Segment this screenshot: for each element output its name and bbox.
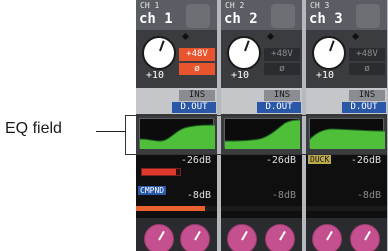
- eq-curve: [225, 119, 300, 149]
- dynamics1-field[interactable]: DUCK -26dB: [306, 155, 387, 190]
- compressor-meter: [136, 206, 217, 211]
- dynamics2-field[interactable]: -8dB: [221, 190, 302, 218]
- dynamics1-field[interactable]: -26dB: [221, 155, 302, 190]
- eq-curve: [310, 128, 385, 149]
- dynamics2-field[interactable]: CMPND -8dB: [136, 186, 217, 218]
- gain-knob[interactable]: [312, 36, 346, 70]
- insert-button[interactable]: INS: [349, 90, 385, 101]
- direct-out-button[interactable]: D.OUT: [172, 102, 216, 113]
- channel-header[interactable]: CH 3 ch 3: [306, 0, 387, 30]
- channel-strip-3: CH 3 ch 3 +10 +48V ø INS D.OUT DUCK -26d…: [306, 0, 387, 251]
- eq-field[interactable]: [139, 118, 215, 149]
- dynamics2-value: -8dB: [186, 190, 211, 201]
- channel-header[interactable]: CH 2 ch 2: [221, 0, 302, 30]
- insert-row: INS D.OUT: [221, 88, 302, 114]
- eq-field[interactable]: [224, 118, 300, 149]
- phantom-power-button[interactable]: +48V: [264, 48, 300, 61]
- channel-sub-label: CH 2: [225, 1, 245, 10]
- send-area: [136, 218, 217, 251]
- send-knob[interactable]: [350, 224, 380, 251]
- send-knob[interactable]: [144, 224, 174, 251]
- phantom-power-button[interactable]: +48V: [179, 48, 215, 61]
- eq-field[interactable]: [309, 118, 385, 149]
- indicator-icon: [266, 32, 275, 41]
- dynamics1-field[interactable]: -26dB: [136, 155, 217, 190]
- compressor-meter: [306, 206, 387, 211]
- send-knob[interactable]: [265, 224, 295, 251]
- dynamics2-value: -8dB: [271, 190, 296, 201]
- phase-button[interactable]: ø: [264, 63, 300, 75]
- phase-button[interactable]: ø: [179, 63, 215, 75]
- channel-icon: [271, 4, 295, 28]
- gain-area: +10 +48V ø: [221, 30, 302, 88]
- mixer-panel: CH 1 ch 1 +10 +48V ø INS D.OUT -26dB CMP…: [136, 0, 388, 251]
- dynamics2-tag: CMPND: [138, 186, 167, 195]
- indicator-icon: [351, 32, 360, 41]
- send-knob[interactable]: [227, 224, 257, 251]
- compressor-meter: [221, 206, 302, 211]
- dynamics2-field[interactable]: -8dB: [306, 190, 387, 218]
- dynamics1-value: -26dB: [350, 155, 381, 166]
- gain-value: +10: [146, 70, 165, 81]
- channel-name: ch 3: [309, 11, 343, 27]
- callout-line: [96, 131, 126, 132]
- channel-name: ch 1: [139, 11, 173, 27]
- channel-name: ch 2: [224, 11, 258, 27]
- dynamics2-value: -8dB: [356, 190, 381, 201]
- insert-row: INS D.OUT: [306, 88, 387, 114]
- dynamics1-value: -26dB: [180, 155, 211, 166]
- callout-label: EQ field: [5, 120, 62, 137]
- channel-icon: [186, 4, 210, 28]
- send-area: [221, 218, 302, 251]
- channel-strip-2: CH 2 ch 2 +10 +48V ø INS D.OUT -26dB -8d…: [221, 0, 302, 251]
- gain-value: +10: [231, 70, 250, 81]
- phantom-power-button[interactable]: +48V: [349, 48, 385, 61]
- dynamics1-tag: DUCK: [308, 155, 332, 164]
- insert-button[interactable]: INS: [264, 90, 300, 101]
- indicator-icon: [181, 32, 190, 41]
- insert-button[interactable]: INS: [179, 90, 215, 101]
- channel-icon: [356, 4, 380, 28]
- send-area: [306, 218, 387, 251]
- gain-area: +10 +48V ø: [136, 30, 217, 88]
- send-knob[interactable]: [312, 224, 342, 251]
- channel-sub-label: CH 3: [310, 1, 330, 10]
- insert-row: INS D.OUT: [136, 88, 217, 114]
- gain-knob[interactable]: [142, 36, 176, 70]
- send-knob[interactable]: [180, 224, 210, 251]
- gate-meter: [141, 168, 181, 176]
- gain-value: +10: [316, 70, 335, 81]
- gain-area: +10 +48V ø: [306, 30, 387, 88]
- channel-header[interactable]: CH 1 ch 1: [136, 0, 217, 30]
- channel-sub-label: CH 1: [140, 1, 160, 10]
- direct-out-button[interactable]: D.OUT: [342, 102, 386, 113]
- phase-button[interactable]: ø: [349, 63, 385, 75]
- channel-strip-1: CH 1 ch 1 +10 +48V ø INS D.OUT -26dB CMP…: [136, 0, 217, 251]
- dynamics1-value: -26dB: [265, 155, 296, 166]
- direct-out-button[interactable]: D.OUT: [257, 102, 301, 113]
- gain-knob[interactable]: [227, 36, 261, 70]
- eq-curve: [140, 124, 215, 149]
